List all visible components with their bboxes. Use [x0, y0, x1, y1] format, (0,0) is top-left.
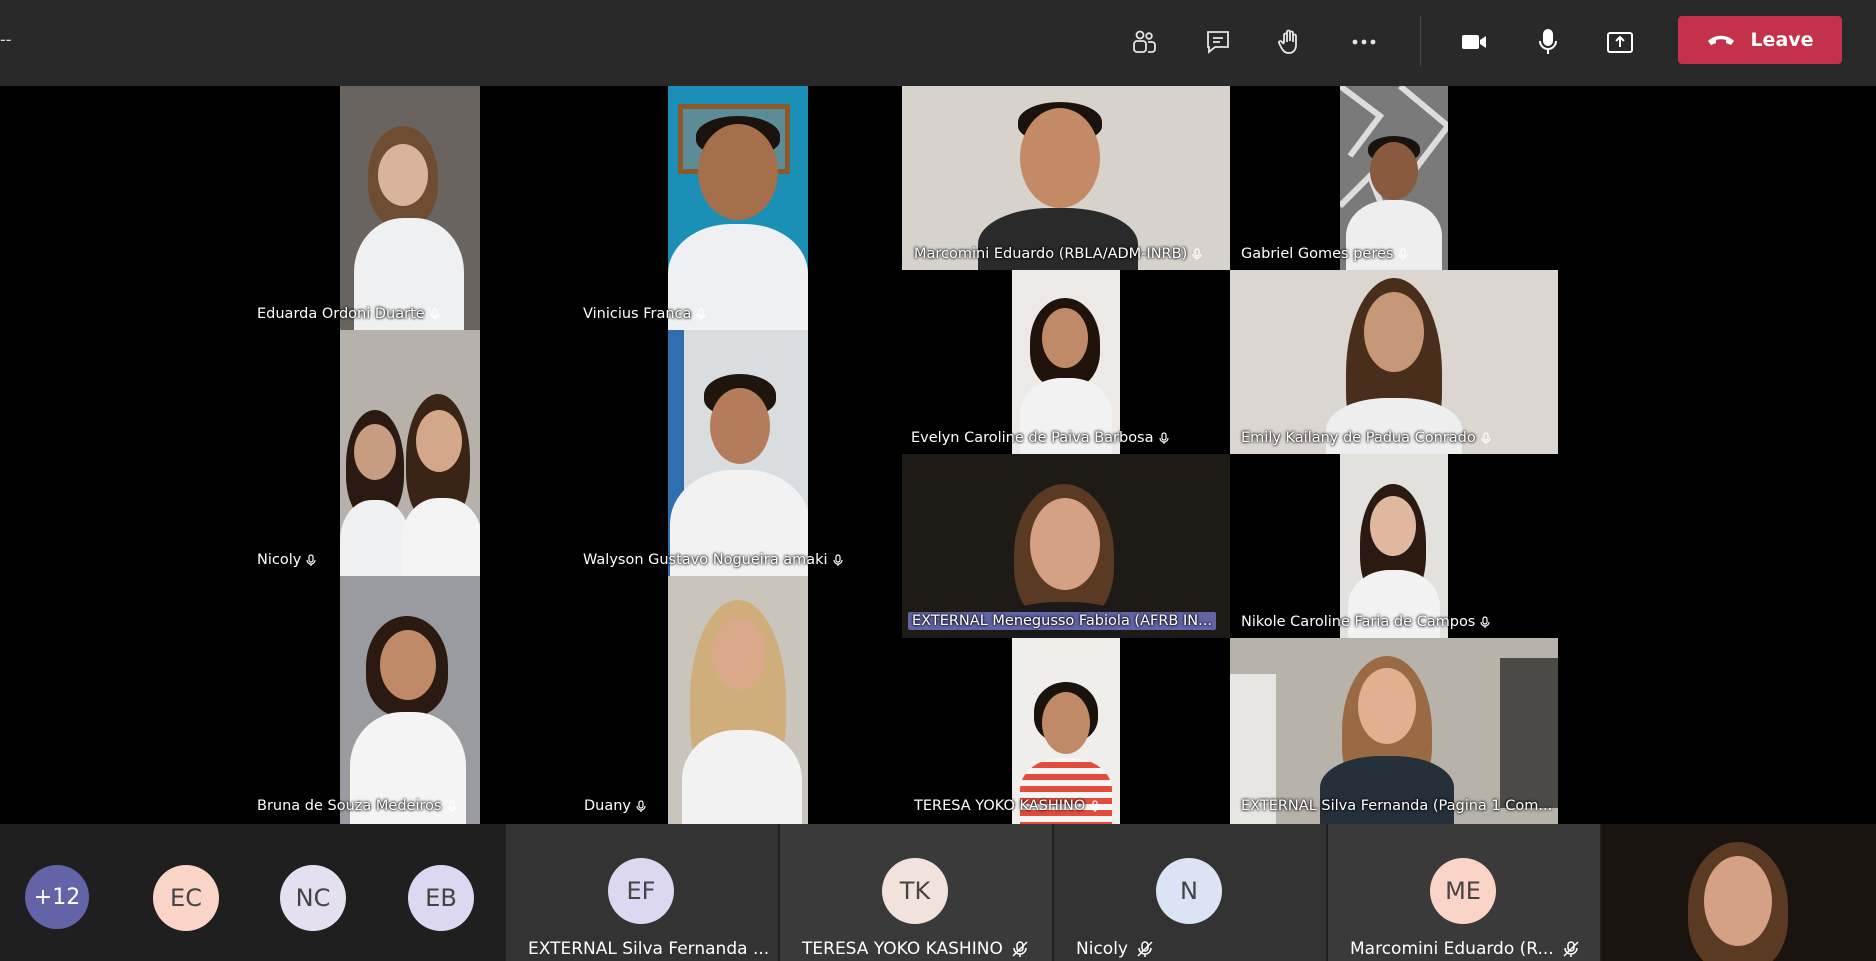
- video-tile[interactable]: [340, 86, 480, 330]
- video-tile[interactable]: [902, 454, 1230, 638]
- video-tile[interactable]: [1230, 270, 1558, 454]
- window: [1500, 658, 1558, 808]
- video-tile[interactable]: [902, 86, 1230, 270]
- avatar: EF: [608, 858, 674, 924]
- mic-icon: [1539, 29, 1557, 54]
- participant-name: Marcomini Eduardo (R...: [1350, 937, 1580, 961]
- participants-button[interactable]: [1122, 20, 1166, 64]
- participant-name: Nicoly: [1076, 937, 1154, 961]
- avatar[interactable]: EC: [153, 865, 219, 931]
- participant-name: Nikole Caroline Faria de Campos: [1241, 614, 1491, 630]
- video-tile[interactable]: [668, 576, 808, 824]
- mic-icon: [832, 554, 843, 566]
- mic-icon: [1158, 432, 1169, 444]
- video-grid: Eduarda Ordoni Duarte Nicoly Bruna de So…: [0, 86, 1876, 824]
- participant-name: Eduarda Ordoni Duarte: [257, 306, 441, 322]
- participant-name: TERESA YOKO KASHINO: [914, 798, 1101, 814]
- participant-name: Walyson Gustavo Nogueira amaki: [583, 552, 844, 568]
- participant-strip: +12 EC NC EB EF EXTERNAL Silva Fernanda …: [0, 824, 1876, 961]
- self-video-preview[interactable]: [1602, 824, 1876, 961]
- mic-icon: [1481, 432, 1491, 444]
- video-tile[interactable]: [1340, 86, 1448, 270]
- more-participants-button[interactable]: +12: [25, 865, 89, 929]
- meeting-timer: --: [0, 30, 12, 49]
- video-tile[interactable]: [1230, 638, 1558, 824]
- more-actions-button[interactable]: [1342, 20, 1386, 64]
- participant-strip-tile[interactable]: TK TERESA YOKO KASHINO: [780, 824, 1052, 961]
- mic-off-icon: [1012, 941, 1028, 957]
- video-tile[interactable]: [340, 330, 480, 576]
- participant-name: Vinicius Franca: [583, 306, 707, 322]
- hangup-icon: [1708, 35, 1735, 45]
- share-button[interactable]: [1598, 20, 1642, 64]
- participant-strip-tile[interactable]: EF EXTERNAL Silva Fernanda ...: [506, 824, 778, 961]
- mic-icon: [430, 308, 440, 320]
- mic-button[interactable]: [1526, 20, 1570, 64]
- leave-button[interactable]: Leave: [1678, 16, 1842, 64]
- participant-name: EXTERNAL Silva Fernanda (Pagina 1 Com...: [1241, 798, 1553, 814]
- participant-name: Gabriel Gomes peres: [1241, 246, 1409, 262]
- participant-name: Nicoly: [257, 552, 317, 568]
- video-tile[interactable]: [1012, 270, 1120, 454]
- leave-label: Leave: [1750, 29, 1814, 51]
- participant-name: Duany: [584, 798, 647, 814]
- participant-name: Bruna de Souza Medeiros: [257, 798, 458, 814]
- participant-name: TERESA YOKO KASHINO: [802, 937, 1029, 961]
- mic-icon: [1480, 616, 1490, 628]
- avatar[interactable]: EB: [408, 865, 474, 931]
- participant-strip-tile[interactable]: ME Marcomini Eduardo (R...: [1328, 824, 1600, 961]
- participant-name: EXTERNAL Menegusso Fabiola (AFRB IN...: [908, 612, 1216, 630]
- participant-name: Evelyn Caroline de Paiva Barbosa: [911, 430, 1170, 446]
- video-tile[interactable]: [668, 86, 808, 330]
- mic-icon: [306, 554, 316, 566]
- share-icon: [1607, 32, 1633, 53]
- mic-off-icon: [1137, 941, 1153, 957]
- raise-hand-icon: [1278, 29, 1297, 54]
- avatar[interactable]: NC: [280, 865, 346, 931]
- mic-icon: [696, 308, 706, 320]
- participant-strip-tile[interactable]: N Nicoly: [1054, 824, 1326, 961]
- video-tile[interactable]: [1340, 454, 1448, 638]
- chat-icon: [1207, 31, 1229, 54]
- raise-hand-button[interactable]: [1268, 20, 1312, 64]
- camera-button[interactable]: [1452, 20, 1496, 64]
- avatar: TK: [882, 858, 948, 924]
- participant-name: Marcomini Eduardo (RBLA/ADM-INRB): [914, 246, 1203, 262]
- video-tile[interactable]: [340, 576, 480, 824]
- mic-icon: [1398, 248, 1409, 260]
- camera-icon: [1462, 35, 1486, 49]
- more-icon: [1352, 39, 1376, 45]
- avatar: ME: [1430, 858, 1496, 924]
- participants-icon: [1133, 30, 1156, 53]
- video-tile[interactable]: [1012, 638, 1120, 824]
- mic-icon: [636, 800, 646, 812]
- mic-icon: [446, 800, 457, 812]
- mic-off-icon: [1563, 941, 1579, 957]
- chat-button[interactable]: [1196, 20, 1240, 64]
- participant-name: Emily Kailany de Padua Conrado: [1241, 430, 1492, 446]
- avatar: N: [1156, 858, 1222, 924]
- meeting-toolbar: -- Leave: [0, 0, 1876, 86]
- mic-icon: [1192, 248, 1202, 260]
- toolbar-divider: [1420, 16, 1421, 66]
- participant-name: EXTERNAL Silva Fernanda ...: [528, 939, 770, 959]
- mic-icon: [1090, 800, 1100, 812]
- video-tile[interactable]: [668, 330, 808, 576]
